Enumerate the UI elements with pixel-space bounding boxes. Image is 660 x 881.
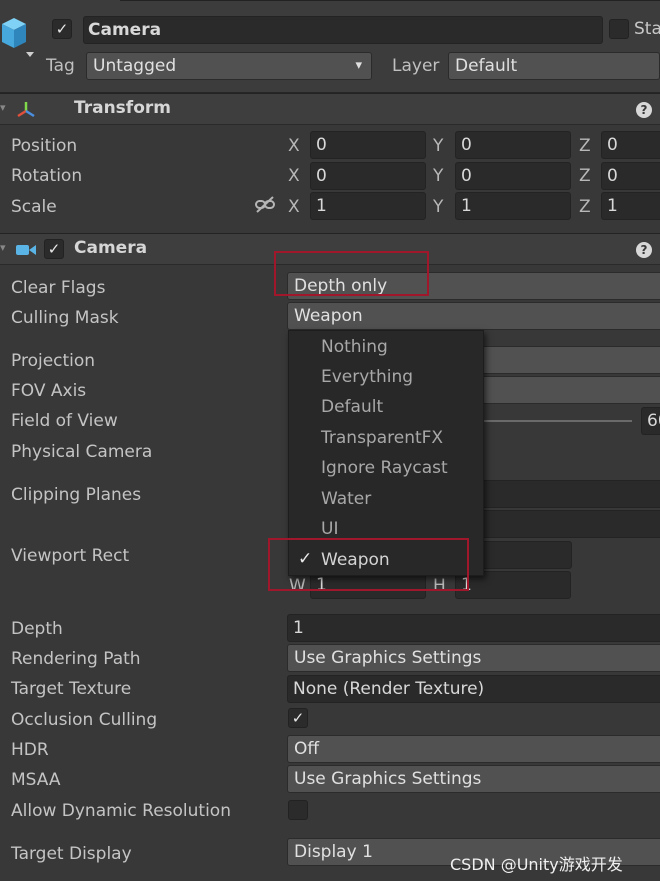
layer-value: Default: [455, 56, 518, 76]
rotation-y-field[interactable]: 0: [455, 162, 571, 190]
tag-dropdown[interactable]: Untagged ▾: [86, 52, 372, 80]
target-texture-field[interactable]: None (Render Texture): [287, 675, 660, 703]
clear-flags-label[interactable]: Clear Flags: [11, 278, 105, 298]
scale-x-axis[interactable]: X: [288, 197, 300, 217]
projection-label[interactable]: Projection: [11, 351, 95, 371]
tag-label: Tag: [46, 56, 75, 76]
watermark: CSDN @Unity游戏开发: [450, 855, 623, 874]
occlusion-culling-label[interactable]: Occlusion Culling: [11, 710, 157, 730]
field-of-view-label[interactable]: Field of View: [11, 411, 118, 431]
rotation-x-axis[interactable]: X: [288, 166, 300, 186]
position-y-axis[interactable]: Y: [433, 136, 443, 156]
object-active-checkbox[interactable]: ✓: [52, 19, 72, 39]
msaa-label[interactable]: MSAA: [11, 770, 61, 790]
hdr-label[interactable]: HDR: [11, 740, 49, 760]
scale-y-field[interactable]: 1: [455, 192, 571, 220]
msaa-dropdown[interactable]: Use Graphics Settings: [287, 765, 660, 793]
transform-header[interactable]: ▾ Transform ?: [0, 93, 660, 125]
transform-icon: [17, 102, 35, 118]
menu-option-everything[interactable]: Everything: [321, 367, 413, 387]
help-icon[interactable]: ?: [636, 102, 652, 118]
highlight-weapon-box: [268, 538, 469, 591]
menu-option-default[interactable]: Default: [321, 397, 383, 417]
fov-axis-label[interactable]: FOV Axis: [11, 381, 86, 401]
rendering-path-label[interactable]: Rendering Path: [11, 649, 141, 669]
help-icon[interactable]: ?: [636, 242, 652, 258]
foldout-arrow-icon[interactable]: ▾: [0, 101, 6, 114]
position-x-axis[interactable]: X: [288, 136, 300, 156]
menu-option-transparentfx[interactable]: TransparentFX: [321, 428, 443, 448]
rotation-label[interactable]: Rotation: [11, 166, 82, 186]
projection-dropdown[interactable]: [480, 346, 660, 374]
depth-field[interactable]: 1: [287, 614, 660, 642]
rotation-y-axis[interactable]: Y: [433, 166, 443, 186]
occlusion-culling-checkbox[interactable]: ✓: [288, 708, 308, 728]
transform-title: Transform: [74, 98, 171, 118]
menu-option-ignore-raycast[interactable]: Ignore Raycast: [321, 458, 448, 478]
clipping-near-field[interactable]: [480, 480, 660, 508]
clipping-planes-label[interactable]: Clipping Planes: [11, 485, 141, 505]
hdr-dropdown[interactable]: Off: [287, 735, 660, 763]
position-z-field[interactable]: 0: [601, 131, 660, 159]
target-display-label[interactable]: Target Display: [11, 844, 132, 864]
menu-option-ui[interactable]: UI: [321, 519, 338, 539]
depth-label[interactable]: Depth: [11, 619, 63, 639]
allow-dynamic-resolution-label[interactable]: Allow Dynamic Resolution: [11, 801, 231, 821]
highlight-clear-flags-box: [274, 251, 429, 296]
position-z-axis[interactable]: Z: [579, 136, 591, 156]
viewport-y-field[interactable]: [480, 541, 572, 569]
layer-label: Layer: [392, 56, 440, 76]
position-y-field[interactable]: 0: [455, 131, 571, 159]
tag-value: Untagged: [93, 56, 177, 76]
camera-title: Camera: [74, 238, 148, 258]
scale-y-axis[interactable]: Y: [433, 197, 443, 217]
fov-value-field[interactable]: 60: [641, 407, 660, 435]
static-label: Sta: [634, 19, 660, 39]
allow-dynamic-resolution-checkbox[interactable]: [288, 800, 308, 820]
scale-z-field[interactable]: 1: [601, 192, 660, 220]
fov-slider-track[interactable]: [482, 420, 632, 422]
position-label[interactable]: Position: [11, 136, 77, 156]
target-texture-label[interactable]: Target Texture: [11, 679, 131, 699]
physical-camera-label[interactable]: Physical Camera: [11, 442, 152, 462]
rendering-path-dropdown[interactable]: Use Graphics Settings: [287, 644, 660, 672]
rotation-z-axis[interactable]: Z: [579, 166, 591, 186]
fov-axis-dropdown[interactable]: [480, 376, 660, 404]
camera-component-icon: [16, 245, 36, 255]
rotation-x-field[interactable]: 0: [310, 162, 426, 190]
rotation-z-field[interactable]: 0: [601, 162, 660, 190]
constrain-proportions-link-icon[interactable]: [254, 196, 276, 214]
gameobject-cube-icon: [2, 18, 34, 57]
object-name-field[interactable]: Camera: [83, 16, 603, 44]
scale-z-axis[interactable]: Z: [579, 197, 591, 217]
camera-enabled-checkbox[interactable]: ✓: [44, 239, 64, 259]
scale-label[interactable]: Scale: [11, 197, 57, 217]
viewport-rect-label[interactable]: Viewport Rect: [11, 546, 129, 566]
layer-dropdown[interactable]: Default: [448, 52, 660, 80]
foldout-arrow-icon[interactable]: ▾: [0, 241, 6, 254]
menu-option-nothing[interactable]: Nothing: [321, 337, 388, 357]
position-x-field[interactable]: 0: [310, 131, 426, 159]
static-checkbox[interactable]: [609, 19, 629, 39]
culling-mask-dropdown[interactable]: Weapon: [287, 302, 660, 330]
object-top-edge: [120, 0, 660, 1]
culling-mask-label[interactable]: Culling Mask: [11, 308, 119, 328]
scale-x-field[interactable]: 1: [310, 192, 426, 220]
clipping-far-field[interactable]: [480, 510, 660, 538]
menu-option-water[interactable]: Water: [321, 489, 371, 509]
chevron-down-icon: ▾: [355, 58, 362, 73]
